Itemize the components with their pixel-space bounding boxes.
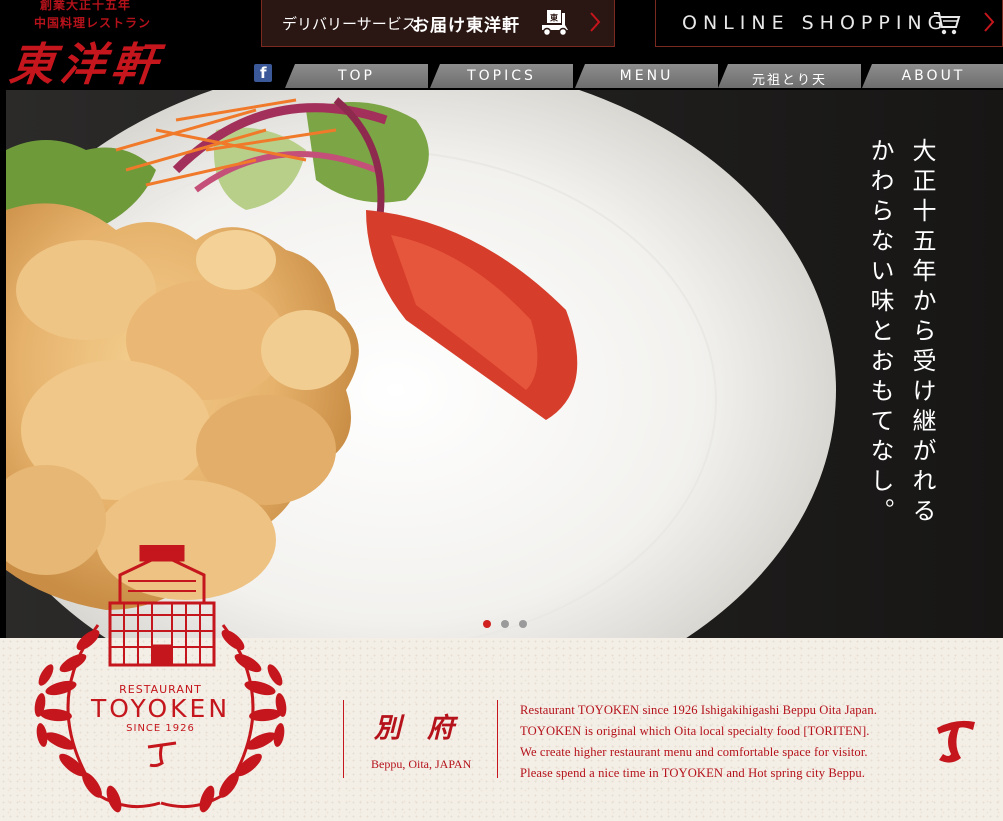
hero-headline: 大正十五年から受け継がれる かわらない味とおもてなし。 bbox=[861, 138, 951, 558]
city-name: Beppu, Oita, JAPAN bbox=[371, 757, 472, 771]
nav-tab-label: TOPICS bbox=[467, 68, 536, 84]
site-logo[interactable]: 創業大正十五年 中国料理レストラン 東洋軒 bbox=[0, 0, 180, 91]
slider-dot-3[interactable] bbox=[519, 620, 527, 628]
facebook-icon: f bbox=[260, 64, 267, 82]
intro-line: We create higher restaurant menu and com… bbox=[520, 745, 868, 759]
emblem-since: SINCE 1926 bbox=[126, 723, 195, 734]
shopping-cart-icon bbox=[934, 12, 961, 35]
online-shopping-label: ONLINE SHOPPING bbox=[682, 12, 949, 34]
delivery-brand: お届け東洋軒 bbox=[412, 16, 520, 36]
chevron-right-icon bbox=[590, 12, 601, 32]
city-kanji: 別府 bbox=[374, 713, 480, 744]
intro-line: Restaurant TOYOKEN since 1926 Ishigakihi… bbox=[520, 703, 877, 717]
delivery-label: デリバリーサービス bbox=[282, 15, 417, 33]
nav-tab-label: 元祖とり天 bbox=[751, 73, 827, 88]
nav-tab-label: TOP bbox=[337, 68, 375, 84]
nav-tab-menu[interactable]: MENU bbox=[575, 64, 718, 88]
t-monogram-icon bbox=[937, 720, 975, 763]
intro-line: TOYOKEN is original which Oita local spe… bbox=[520, 724, 870, 738]
nav-tab-toriten[interactable]: 元祖とり天 bbox=[718, 64, 861, 88]
hero-headline-line2: かわらない味とおもてなし。 bbox=[866, 138, 894, 528]
facebook-link[interactable]: f bbox=[254, 64, 272, 82]
nav-tab-about[interactable]: ABOUT bbox=[862, 64, 1003, 88]
divider-left bbox=[343, 700, 344, 778]
intro-text: Restaurant TOYOKEN since 1926 Ishigakihi… bbox=[520, 700, 920, 784]
nav-tab-topics[interactable]: TOPICS bbox=[430, 64, 573, 88]
delivery-scooter-icon: 東 bbox=[542, 10, 568, 37]
logo-name: 東洋軒 bbox=[6, 38, 166, 91]
slider-dot-1[interactable] bbox=[483, 620, 491, 628]
slider-dot-2[interactable] bbox=[501, 620, 509, 628]
slider-pagination bbox=[483, 620, 533, 630]
nav-tab-label: MENU bbox=[619, 68, 674, 84]
hero-headline-line1: 大正十五年から受け継がれる bbox=[908, 138, 936, 528]
toyoken-emblem[interactable]: RESTAURANT TOYOKEN SINCE 1926 bbox=[28, 545, 293, 821]
main-nav: TOP TOPICS MENU 元祖とり天 ABOUT bbox=[285, 64, 1003, 88]
logo-tagline-founded: 創業大正十五年 bbox=[40, 0, 132, 12]
intro-line: Please spend a nice time in TOYOKEN and … bbox=[520, 766, 866, 780]
divider-right bbox=[497, 700, 498, 778]
online-shopping-link[interactable]: ONLINE SHOPPING bbox=[655, 0, 1003, 47]
nav-tab-label: ABOUT bbox=[901, 68, 966, 84]
nav-tab-top[interactable]: TOP bbox=[285, 64, 428, 88]
svg-text:東: 東 bbox=[550, 13, 558, 23]
site-header: 創業大正十五年 中国料理レストラン 東洋軒 デリバリーサービス お届け東洋軒 東… bbox=[0, 0, 1003, 91]
chevron-right-icon bbox=[984, 12, 995, 32]
delivery-service-link[interactable]: デリバリーサービス お届け東洋軒 東 bbox=[261, 0, 615, 47]
emblem-name: TOYOKEN bbox=[90, 694, 231, 723]
